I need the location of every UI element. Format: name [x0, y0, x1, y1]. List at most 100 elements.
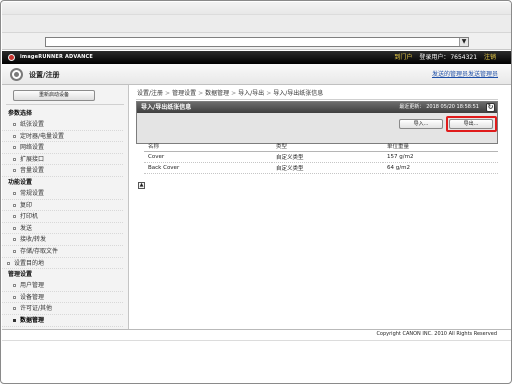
cell-type: 自定义类型: [272, 162, 383, 174]
table-row: Cover 自定义类型 157 g/m2: [144, 151, 498, 163]
sidebar-item-label: 音量设置: [20, 167, 45, 175]
device-header: imageRUNNER ADVANCE 到门户 登录用户：7654321 注销: [2, 51, 511, 64]
logout-link[interactable]: 注销: [484, 54, 496, 61]
brand-name: imageRUNNER ADVANCE: [20, 54, 94, 60]
sidebar-item-label: 设置目的地: [14, 259, 45, 267]
bullet-icon: [13, 191, 16, 195]
login-user-value: 7654321: [450, 54, 478, 61]
refresh-icon[interactable]: ↻: [486, 103, 495, 112]
sidebar-item-label: 扩展接口: [20, 155, 45, 163]
cell-name: Back Cover: [144, 162, 272, 174]
copyright-text: Copyright CANON INC. 2010 All Rights Res…: [376, 331, 497, 337]
cell-weight: 157 g/m2: [383, 151, 498, 163]
sidebar-divider: [6, 104, 124, 105]
browser-toolbar: [2, 15, 511, 33]
bullet-icon: [13, 134, 16, 138]
address-dropdown-button[interactable]: ▼: [459, 38, 468, 46]
settings-gear-icon: [10, 68, 23, 81]
breadcrumb-separator: >: [266, 90, 272, 97]
breadcrumb-item[interactable]: 导入/导出: [238, 90, 264, 97]
breadcrumb: 设置/注册 > 管理设置 > 数据管理 > 导入/导出 > 导入/导出纸张信息: [137, 89, 323, 98]
panel-header: 导入/导出纸张信息 最近更新： 2018 05/20 18:58:51 ↻: [137, 102, 497, 113]
bullet-icon: [7, 261, 10, 265]
table-row: Back Cover 自定义类型 64 g/m2: [144, 162, 498, 174]
sidebar-item-label: 用户管理: [20, 282, 45, 290]
sidebar-item-printer[interactable]: 打印机: [2, 211, 123, 223]
sidebar-item-common-settings[interactable]: 常规设置: [2, 188, 123, 200]
bullet-icon: [13, 307, 16, 311]
window-titlebar: [2, 2, 511, 15]
page-bottom-divider: [2, 340, 511, 341]
cell-type: 自定义类型: [272, 151, 383, 163]
bullet-icon: [13, 226, 16, 230]
breadcrumb-separator: >: [231, 90, 237, 97]
bullet-icon: [13, 295, 16, 299]
breadcrumb-item[interactable]: 数据管理: [205, 90, 229, 97]
import-export-panel: 导入/导出纸张信息 最近更新： 2018 05/20 18:58:51 ↻ 导入.…: [136, 101, 498, 144]
sidebar-item-volume[interactable]: 音量设置: [2, 165, 123, 177]
bullet-icon: [13, 123, 16, 126]
bullet-icon: [13, 284, 16, 288]
column-header-weight: 单位重量: [383, 141, 498, 152]
last-updated-value: 2018 05/20 18:58:51: [426, 104, 479, 110]
breadcrumb-item[interactable]: 管理设置: [172, 90, 196, 97]
sidebar-item-destination[interactable]: 设置目的地: [2, 258, 123, 270]
column-header-type: 类型: [272, 141, 383, 152]
bullet-icon: [13, 157, 16, 161]
collapse-toggle-icon[interactable]: ▲: [138, 182, 145, 189]
sidebar-nav: 参数选择 纸张设置 定时器/电量设置 网络设置 扩展接口 音量设置 功能设置 常…: [2, 108, 129, 327]
table-header-row: 名称 类型 单位重量: [144, 141, 498, 152]
bullet-icon: [13, 215, 16, 219]
sidebar: 重新启动设备 参数选择 纸张设置 定时器/电量设置 网络设置 扩展接口 音量设置…: [2, 85, 129, 329]
send-to-admin-link[interactable]: 发送的管理员发送管理员: [432, 70, 498, 80]
bullet-icon: [13, 238, 16, 242]
sidebar-item-label: 复印: [20, 201, 33, 209]
breadcrumb-separator: >: [165, 90, 171, 97]
sidebar-item-device-management[interactable]: 设备管理: [2, 292, 123, 304]
bullet-icon: [13, 318, 16, 322]
sidebar-item-timer-energy[interactable]: 定时器/电量设置: [2, 131, 123, 143]
sidebar-item-label: 网络设置: [20, 144, 45, 152]
browser-window: ▼ imageRUNNER ADVANCE 到门户 登录用户：7654321 注…: [0, 0, 512, 384]
main-content: 设置/注册 > 管理设置 > 数据管理 > 导入/导出 > 导入/导出纸张信息 导入/导出纸张信…: [130, 85, 511, 329]
sidebar-item-label: 许可证/其他: [20, 305, 53, 313]
sidebar-item-data-management[interactable]: 数据管理: [2, 315, 123, 327]
sidebar-item-label: 发送: [20, 224, 33, 232]
breadcrumb-item[interactable]: 设置/注册: [137, 90, 163, 97]
bullet-icon: [13, 203, 16, 207]
sidebar-item-copy[interactable]: 复印: [2, 200, 123, 212]
bullet-icon: [13, 169, 16, 173]
sidebar-item-external-interface[interactable]: 扩展接口: [2, 154, 123, 166]
user-area: 到门户 登录用户：7654321 注销: [389, 53, 496, 62]
sidebar-item-receive-forward[interactable]: 接收/转发: [2, 234, 123, 246]
portal-link[interactable]: 到门户: [394, 54, 412, 61]
nav-group-title: 参数选择: [8, 110, 33, 117]
last-updated: 最近更新： 2018 05/20 18:58:51: [399, 103, 479, 112]
section-header: 设置/注册 发送的管理员发送管理员: [2, 64, 511, 85]
paper-info-table: 名称 类型 单位重量 Cover 自定义类型 157 g/m2 Back Cov…: [144, 141, 498, 174]
sidebar-item-paper-settings[interactable]: 纸张设置: [2, 119, 123, 131]
bullet-icon: [13, 249, 16, 253]
cell-name: Cover: [144, 151, 272, 163]
sidebar-item-user-management[interactable]: 用户管理: [2, 280, 123, 292]
breadcrumb-divider: [136, 99, 498, 100]
sidebar-item-label: 纸张设置: [20, 121, 45, 128]
cell-weight: 64 g/m2: [383, 162, 498, 174]
import-button[interactable]: 导入...: [399, 119, 443, 129]
sidebar-item-send[interactable]: 发送: [2, 223, 123, 235]
footer-divider: [2, 329, 511, 330]
sidebar-item-network[interactable]: 网络设置: [2, 142, 123, 154]
panel-title: 导入/导出纸张信息: [141, 104, 192, 111]
nav-group-title: 功能设置: [8, 178, 33, 186]
sidebar-item-license-other[interactable]: 许可证/其他: [2, 303, 123, 315]
sidebar-item-store-access-files[interactable]: 存储/存取文件: [2, 246, 123, 258]
canon-logo-icon: [8, 54, 15, 61]
export-highlight-box: [446, 116, 497, 132]
breadcrumb-current: 导入/导出纸张信息: [273, 90, 324, 97]
login-user-label: 登录用户：: [419, 54, 450, 61]
address-input[interactable]: ▼: [45, 37, 469, 47]
restart-device-button[interactable]: 重新启动设备: [13, 90, 95, 101]
sidebar-item-label: 接收/转发: [20, 236, 47, 244]
sidebar-item-label: 常规设置: [20, 189, 45, 197]
sidebar-item-label: 定时器/电量设置: [20, 132, 65, 140]
